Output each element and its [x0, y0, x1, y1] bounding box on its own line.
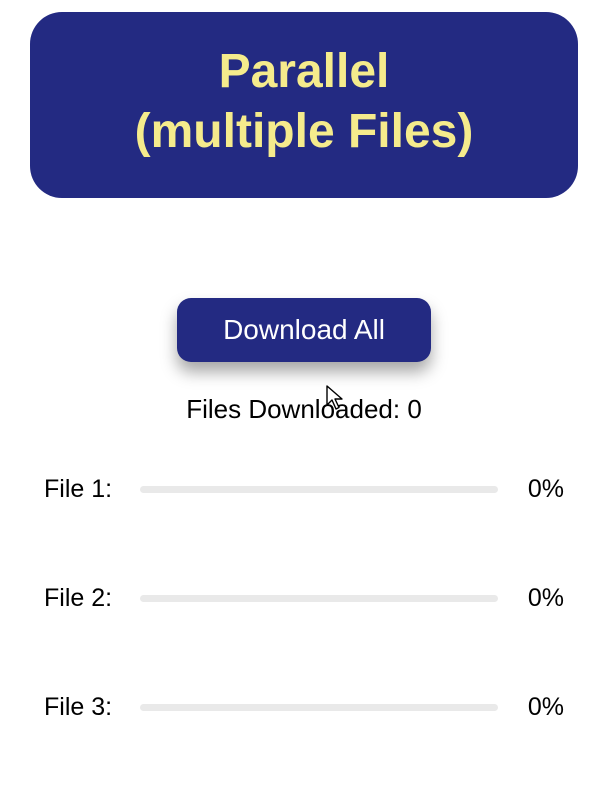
- header-card: Parallel (multiple Files): [30, 12, 578, 198]
- file-row: File 2: 0%: [44, 584, 564, 613]
- file-label: File 3:: [44, 693, 126, 722]
- file-progress-bar[interactable]: [140, 595, 498, 602]
- title-line-1: Parallel: [219, 45, 390, 98]
- file-row: File 3: 0%: [44, 693, 564, 722]
- page-title: Parallel (multiple Files): [50, 42, 558, 162]
- title-line-2: (multiple Files): [135, 105, 474, 158]
- progress-track: [140, 486, 498, 493]
- file-progress-bar[interactable]: [140, 486, 498, 493]
- progress-track: [140, 595, 498, 602]
- status-prefix: Files Downloaded:: [186, 394, 407, 424]
- file-label: File 2:: [44, 584, 126, 613]
- file-percent: 0%: [512, 475, 564, 504]
- status-count: 0: [407, 394, 421, 424]
- file-progress-bar[interactable]: [140, 704, 498, 711]
- file-percent: 0%: [512, 693, 564, 722]
- button-area: Download All: [0, 298, 608, 362]
- file-percent: 0%: [512, 584, 564, 613]
- download-all-button[interactable]: Download All: [177, 298, 431, 362]
- file-label: File 1:: [44, 475, 126, 504]
- files-area: File 1: 0% File 2: 0% File 3: 0%: [0, 475, 608, 722]
- progress-track: [140, 704, 498, 711]
- files-downloaded-status: Files Downloaded: 0: [0, 394, 608, 425]
- file-row: File 1: 0%: [44, 475, 564, 504]
